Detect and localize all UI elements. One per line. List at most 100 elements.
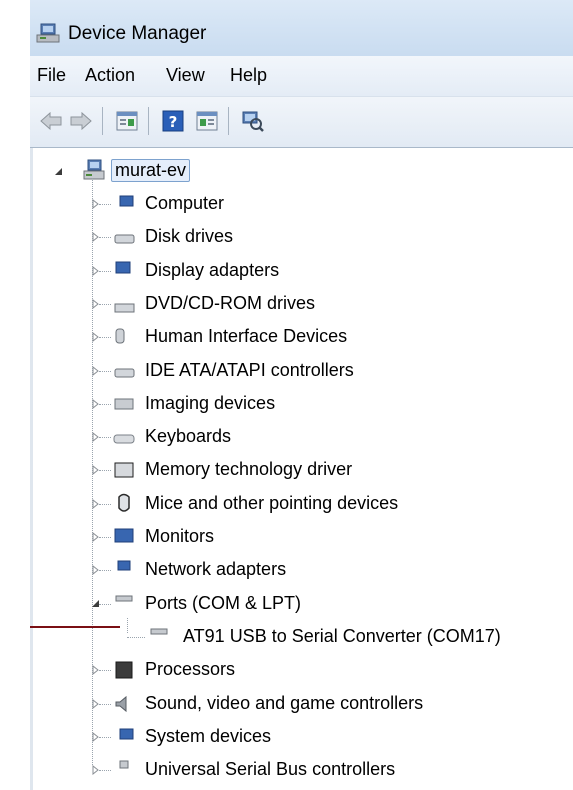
tree-node-dvd-cd-rom-drives[interactable]: DVD/CD-ROM drives [33, 289, 573, 319]
annotation-pointer-line [30, 626, 120, 628]
network-adapter-icon [117, 560, 131, 571]
tree-guide-line [99, 670, 111, 672]
tree-node-label: System devices [145, 725, 272, 746]
menu-file[interactable]: File [37, 65, 66, 86]
properties-icon [116, 111, 138, 131]
tree-node-universal-serial-bus-controllers[interactable]: Universal Serial Bus controllers [33, 755, 573, 785]
menu-view[interactable]: View [166, 65, 205, 86]
tree-guide-line [99, 537, 111, 539]
tree-node-disk-drives[interactable]: Disk drives [33, 222, 573, 252]
system-device-icon [119, 728, 134, 740]
title-bar: Device Manager [30, 0, 573, 56]
tree-guide-line [99, 470, 111, 472]
show-hide-button[interactable] [194, 108, 220, 134]
tree-node-network-adapters[interactable]: Network adapters [33, 555, 573, 585]
usb-icon [119, 760, 129, 769]
svg-text:?: ? [169, 113, 178, 131]
tree-node-label: IDE ATA/ATAPI controllers [145, 359, 354, 380]
ide-controller-icon [114, 368, 135, 377]
dvd-drive-icon [114, 303, 135, 313]
tree-node-human-interface-devices[interactable]: Human Interface Devices [33, 322, 573, 352]
tree-guide-line [99, 770, 111, 772]
show-hide-icon [196, 111, 218, 131]
tree-node-label: Memory technology driver [145, 459, 353, 480]
tree-node-memory-technology-driver[interactable]: Memory technology driver [33, 455, 573, 485]
tree-node-keyboards[interactable]: Keyboards [33, 422, 573, 452]
tree-node-label: Keyboards [145, 426, 232, 447]
toolbar-separator [102, 107, 103, 135]
memory-icon [114, 462, 134, 478]
keyboard-icon [113, 434, 135, 444]
tree-guide-line [99, 503, 111, 506]
back-icon [40, 112, 62, 130]
scan-hardware-button[interactable] [240, 108, 266, 134]
collapse-arrow-icon[interactable] [53, 166, 63, 176]
toolbar-separator [148, 107, 149, 135]
tree-guide-line [99, 570, 111, 572]
tree-node-display-adapters[interactable]: Display adapters [33, 256, 573, 286]
tree-node-label: Disk drives [145, 226, 234, 247]
tree-node-sound-video-and-game-controllers[interactable]: Sound, video and game controllers [33, 689, 573, 719]
computer-host-icon [83, 159, 105, 180]
toolbar: ? [30, 97, 573, 148]
device-tree: murat-ev Computer Disk drives Display adap… [30, 148, 573, 790]
port-icon [115, 595, 133, 602]
forward-button[interactable] [68, 108, 94, 134]
window-title: Device Manager [68, 23, 207, 44]
mouse-icon [118, 493, 130, 512]
tree-node-monitors[interactable]: Monitors [33, 522, 573, 552]
forward-icon [70, 112, 92, 130]
menu-action[interactable]: Action [85, 65, 135, 86]
tree-root-label: murat-ev [111, 159, 191, 182]
tree-node-ide-ata-atapi-controllers[interactable]: IDE ATA/ATAPI controllers [33, 356, 573, 386]
menu-help[interactable]: Help [230, 65, 267, 86]
toolbar-separator [228, 107, 229, 135]
tree-node-label: Ports (COM & LPT) [145, 592, 302, 613]
tree-guide-line [99, 303, 111, 306]
tree-node-label: DVD/CD-ROM drives [145, 292, 316, 313]
monitor-icon [114, 528, 134, 543]
imaging-device-icon [114, 398, 134, 410]
tree-guide-line [99, 736, 111, 739]
tree-node-mice-and-other-pointing-devices[interactable]: Mice and other pointing devices [33, 489, 573, 519]
back-button[interactable] [38, 108, 64, 134]
tree-node-label: Imaging devices [145, 392, 276, 413]
tree-node-label: Human Interface Devices [145, 326, 348, 347]
tree-node-label: Network adapters [145, 559, 287, 580]
tree-node-label: Computer [145, 193, 225, 213]
tree-node-label: Mice and other pointing devices [145, 492, 399, 513]
properties-button[interactable] [114, 108, 140, 134]
tree-guide-line [99, 204, 111, 206]
display-adapter-icon [115, 261, 131, 274]
tree-guide-line [99, 437, 111, 439]
help-button[interactable]: ? [160, 108, 186, 134]
tree-guide-line [99, 603, 111, 606]
tree-guide-line [127, 636, 145, 639]
device-manager-icon [36, 23, 60, 43]
tree-guide-line [99, 337, 111, 339]
tree-node-label: Monitors [145, 526, 215, 546]
tree-guide-line [99, 703, 111, 706]
tree-node-label: Processors [145, 659, 236, 680]
tree-node-computer[interactable]: Computer [33, 189, 573, 219]
menu-bar: File Action View Help [30, 56, 573, 97]
tree-root[interactable]: murat-ev [33, 156, 573, 186]
sound-icon [115, 695, 127, 712]
tree-guide-line [99, 270, 111, 273]
tree-guide-line [99, 237, 111, 239]
tree-node-processors[interactable]: Processors [33, 655, 573, 685]
tree-guide-line [99, 403, 111, 406]
tree-node-label: Universal Serial Bus controllers [145, 759, 396, 780]
scan-hardware-icon [242, 111, 264, 132]
computer-icon [119, 195, 134, 207]
tree-node-system-devices[interactable]: System devices [33, 722, 573, 752]
tree-guide-line [99, 370, 111, 373]
disk-drive-icon [114, 234, 135, 244]
processor-icon [115, 661, 133, 679]
help-icon: ? [162, 110, 184, 132]
tree-node-imaging-devices[interactable]: Imaging devices [33, 389, 573, 419]
tree-node-label: AT91 USB to Serial Converter (COM17) [183, 625, 501, 646]
tree-node-label: Display adapters [145, 259, 280, 280]
tree-node-ports-com-lpt[interactable]: Ports (COM & LPT) [33, 589, 573, 619]
port-icon [150, 628, 168, 635]
